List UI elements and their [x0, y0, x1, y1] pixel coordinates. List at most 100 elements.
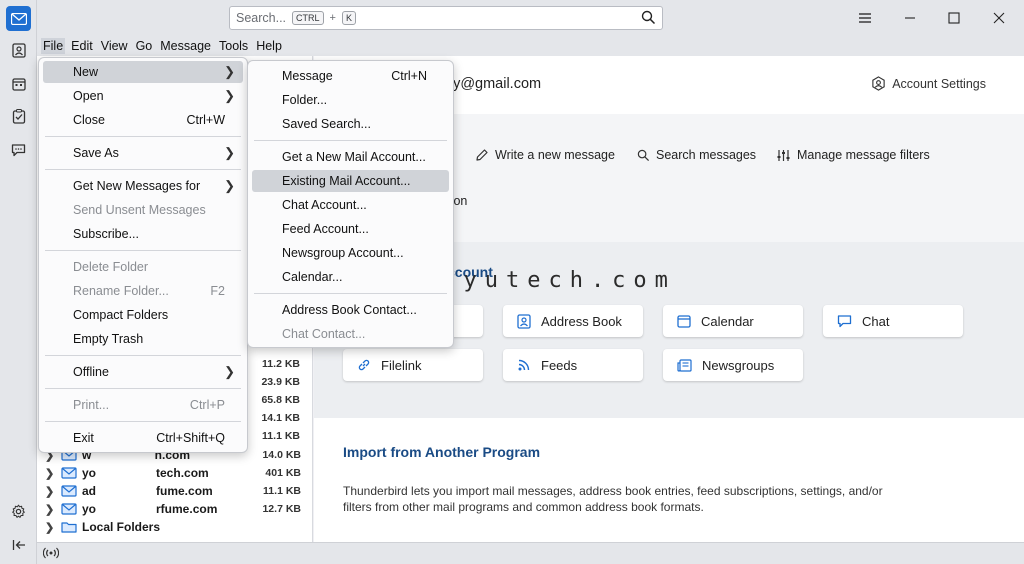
setup-tile-calendar[interactable]: Calendar [663, 305, 803, 337]
calendar-icon [677, 315, 691, 328]
filter-sliders-icon [777, 149, 790, 161]
menu-item-label: Subscribe... [73, 227, 140, 241]
new-existing-mail-account[interactable]: Existing Mail Account... [252, 170, 449, 192]
search-messages-button[interactable]: Search messages [637, 148, 756, 162]
search-icon[interactable] [641, 10, 656, 28]
mail-account-icon [61, 467, 77, 479]
file-menu-delete-folder[interactable]: Delete Folder [43, 256, 243, 278]
folder-size: 11.2 KB [262, 358, 300, 370]
minimize-icon[interactable] [900, 8, 920, 28]
expand-chevron-icon[interactable]: ❯ [45, 503, 59, 516]
calendar-icon[interactable] [6, 71, 31, 96]
tasks-icon[interactable] [6, 104, 31, 129]
shortcut-key-ctrl: CTRL [292, 11, 324, 25]
newsgroup-icon [677, 358, 692, 372]
folder-row[interactable]: ❯ ad fume.com 11.1 KB [37, 482, 313, 500]
new-message[interactable]: Message Ctrl+N [252, 65, 449, 87]
menu-separator [45, 136, 241, 137]
file-menu-rename-folder[interactable]: Rename Folder... F2 [43, 280, 243, 302]
write-message-button[interactable]: Write a new message [475, 148, 615, 162]
file-menu-exit[interactable]: Exit Ctrl+Shift+Q [43, 427, 243, 449]
submenu-arrow-icon: ❯ [224, 178, 235, 193]
folder-row[interactable]: ❯ yo tech.com 401 KB [37, 464, 313, 482]
settings-gear-icon[interactable] [6, 499, 31, 524]
close-window-icon[interactable] [989, 8, 1009, 28]
app-menu-hamburger-icon[interactable] [855, 8, 875, 28]
file-menu-send-unsent[interactable]: Send Unsent Messages [43, 199, 243, 221]
new-saved-search[interactable]: Saved Search... [252, 113, 449, 135]
file-menu-compact-folders[interactable]: Compact Folders [43, 304, 243, 326]
manage-filters-button[interactable]: Manage message filters [776, 148, 930, 162]
expand-chevron-icon[interactable]: ❯ [45, 485, 59, 498]
import-description: Thunderbird lets you import mail message… [343, 484, 883, 514]
menu-item-shortcut: Ctrl+P [189, 398, 225, 412]
shortcut-plus: + [329, 12, 336, 24]
expand-chevron-icon[interactable]: ❯ [45, 521, 59, 534]
menu-item-label: Get New Messages for [73, 179, 201, 193]
chat-icon[interactable] [6, 137, 31, 162]
setup-tile-label: Chat [862, 313, 890, 329]
setup-tile-filelink[interactable]: Filelink [343, 349, 483, 381]
menu-help[interactable]: Help [256, 39, 282, 53]
file-menu-offline[interactable]: Offline ❯ [43, 361, 243, 383]
new-chat-account[interactable]: Chat Account... [252, 194, 449, 216]
new-feed-account[interactable]: Feed Account... [252, 218, 449, 240]
menu-go[interactable]: Go [136, 39, 153, 53]
setup-tile-label: Address Book [541, 313, 622, 329]
menu-item-shortcut: F2 [210, 284, 225, 298]
folder-row[interactable]: ❯ yo rfume.com 12.7 KB [37, 500, 313, 518]
online-status-icon[interactable] [42, 546, 60, 563]
setup-tile-chat[interactable]: Chat [823, 305, 963, 337]
menu-edit[interactable]: Edit [71, 39, 93, 53]
menu-item-label: Address Book Contact... [282, 303, 417, 317]
menu-item-label: Folder... [282, 93, 328, 107]
file-menu-empty-trash[interactable]: Empty Trash [43, 328, 243, 350]
submenu-arrow-icon: ❯ [224, 364, 235, 379]
submenu-arrow-icon: ❯ [224, 145, 235, 160]
folder-size: 12.7 KB [262, 503, 301, 515]
account-settings-button[interactable]: Account Settings [871, 76, 986, 91]
expand-chevron-icon[interactable]: ❯ [45, 467, 59, 480]
setup-tile-newsgroups[interactable]: Newsgroups [663, 349, 803, 381]
file-menu-print[interactable]: Print... Ctrl+P [43, 394, 243, 416]
folder-size: 14.0 KB [262, 449, 301, 461]
pencil-icon [476, 149, 488, 161]
new-folder[interactable]: Folder... [252, 89, 449, 111]
new-calendar[interactable]: Calendar... [252, 266, 449, 288]
menu-file[interactable]: File [41, 38, 66, 54]
menu-item-label: Calendar... [282, 270, 343, 284]
menu-item-shortcut: Ctrl+N [391, 69, 427, 83]
menu-separator [45, 388, 241, 389]
file-menu-close[interactable]: Close Ctrl+W [43, 109, 243, 131]
menu-separator [254, 293, 447, 294]
file-menu-save-as[interactable]: Save As ❯ [43, 142, 243, 164]
file-menu-get-new-messages[interactable]: Get New Messages for ❯ [43, 175, 243, 197]
search-messages-label: Search messages [656, 148, 757, 162]
submenu-arrow-icon: ❯ [224, 88, 235, 103]
setup-tile-label: Newsgroups [702, 357, 775, 373]
menu-item-label: Close [73, 113, 105, 127]
file-menu-subscribe[interactable]: Subscribe... [43, 223, 243, 245]
address-book-icon [517, 313, 531, 329]
new-get-mail-account[interactable]: Get a New Mail Account... [252, 146, 449, 168]
menu-item-label: Save As [73, 146, 119, 160]
menu-tools[interactable]: Tools [219, 39, 248, 53]
new-address-book-contact[interactable]: Address Book Contact... [252, 299, 449, 321]
maximize-icon[interactable] [944, 8, 964, 28]
folder-size: 401 KB [265, 467, 301, 479]
global-search-input[interactable]: Search... CTRL + K [229, 6, 663, 30]
collapse-spaces-icon[interactable] [6, 532, 31, 557]
folder-row-local-folders[interactable]: ❯ Local Folders [37, 518, 313, 536]
chat-icon [837, 315, 852, 328]
status-bar [37, 542, 1024, 564]
new-chat-contact[interactable]: Chat Contact... [252, 323, 449, 345]
setup-tile-feeds[interactable]: Feeds [503, 349, 643, 381]
file-menu-open[interactable]: Open ❯ [43, 85, 243, 107]
setup-tile-address-book[interactable]: Address Book [503, 305, 643, 337]
address-book-icon[interactable] [6, 38, 31, 63]
file-menu-new[interactable]: New ❯ [43, 61, 243, 83]
mail-app-icon[interactable] [6, 6, 31, 31]
menu-view[interactable]: View [101, 39, 128, 53]
new-newsgroup-account[interactable]: Newsgroup Account... [252, 242, 449, 264]
menu-message[interactable]: Message [160, 39, 211, 53]
